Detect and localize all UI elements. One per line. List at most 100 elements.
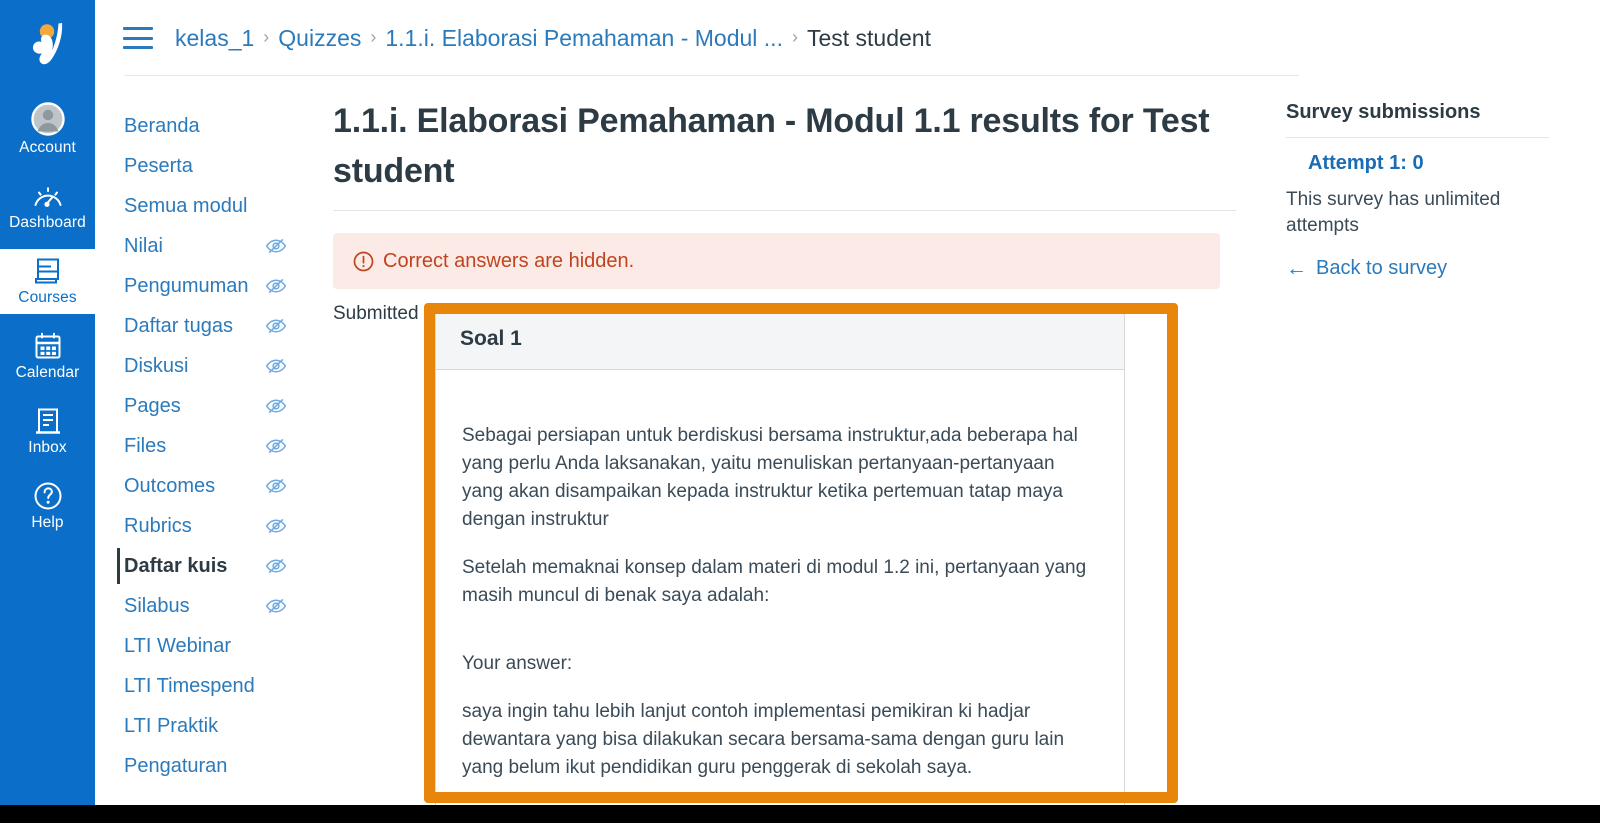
question-card: Soal 1 Sebagai persiapan untuk berdiskus…	[435, 308, 1125, 813]
question-prompt-paragraph-1: Sebagai persiapan untuk berdiskusi bersa…	[462, 425, 1078, 530]
question-card-header: Soal 1	[436, 309, 1124, 370]
eye-slash-icon	[265, 558, 287, 574]
calendar-icon	[33, 331, 63, 361]
global-nav-item-help[interactable]: Help	[0, 474, 95, 539]
course-nav-item-pages[interactable]: Pages	[95, 386, 313, 426]
hamburger-line	[123, 27, 153, 30]
eye-slash-icon	[265, 318, 287, 334]
course-nav-item-daftar-tugas[interactable]: Daftar tugas	[95, 306, 313, 346]
question-circle-icon	[33, 481, 63, 511]
survey-submissions-sidebar: Survey submissions Attempt 1: 0 This sur…	[1286, 100, 1566, 280]
global-nav-label: Calendar	[15, 364, 80, 381]
user-circle-icon	[30, 102, 65, 136]
exclamation-circle-icon	[353, 251, 374, 272]
title-divider	[333, 210, 1236, 211]
global-nav-label: Inbox	[28, 439, 67, 456]
back-to-survey-label: Back to survey	[1316, 257, 1448, 279]
course-nav-item-rubrics[interactable]: Rubrics	[95, 506, 313, 546]
question-name: Soal 1	[460, 327, 522, 350]
course-nav-item-daftar-kuis[interactable]: Daftar kuis	[95, 546, 313, 586]
page-title: 1.1.i. Elaborasi Pemahaman - Modul 1.1 r…	[333, 102, 1210, 190]
breadcrumb-item-quiz[interactable]: 1.1.i. Elaborasi Pemahaman - Modul ...	[385, 24, 783, 52]
eye-slash-icon	[265, 478, 287, 494]
hamburger-menu-icon[interactable]	[123, 27, 153, 49]
breadcrumb-separator-icon: ›	[370, 27, 377, 47]
course-nav-item-outcomes[interactable]: Outcomes	[95, 466, 313, 506]
eye-slash-icon	[265, 238, 287, 254]
question-prompt-paragraph-2: Setelah memaknai konsep dalam materi di …	[462, 557, 1087, 606]
course-nav-label: Semua modul	[124, 195, 248, 217]
eye-slash-icon	[265, 518, 287, 534]
course-nav-label: LTI Webinar	[124, 635, 232, 657]
global-nav-item-inbox[interactable]: Inbox	[0, 399, 95, 464]
breadcrumb-item-course[interactable]: kelas_1	[175, 24, 254, 52]
course-nav-label: Peserta	[124, 155, 193, 177]
course-nav-item-files[interactable]: Files	[95, 426, 313, 466]
course-navigation: Beranda Peserta Semua modul Nilai Pengum…	[95, 76, 313, 805]
global-nav-item-account[interactable]: Account	[0, 95, 95, 164]
your-answer-text: saya ingin tahu lebih lanjut contoh impl…	[462, 701, 1065, 778]
back-to-survey-link[interactable]: ← Back to survey	[1286, 256, 1566, 280]
attempts-note: This survey has unlimited attempts	[1286, 189, 1501, 236]
course-nav-item-beranda[interactable]: Beranda	[95, 106, 313, 146]
course-nav-label: Outcomes	[124, 475, 216, 497]
eye-slash-icon	[265, 398, 287, 414]
breadcrumb-bar: kelas_1 › Quizzes › 1.1.i. Elaborasi Pem…	[95, 0, 1600, 76]
course-nav-item-lti-praktik[interactable]: LTI Praktik	[95, 706, 313, 746]
course-nav-label: LTI Timespend	[124, 675, 255, 697]
breadcrumb-separator-icon: ›	[263, 27, 270, 47]
eye-slash-icon	[265, 598, 287, 614]
global-nav-item-courses[interactable]: Courses	[0, 249, 95, 314]
eye-slash-icon	[265, 278, 287, 294]
alert-message: Correct answers are hidden.	[383, 250, 635, 272]
course-nav-label: Diskusi	[124, 355, 189, 377]
course-nav-label: LTI Praktik	[124, 715, 219, 737]
hamburger-line	[123, 46, 153, 49]
course-nav-item-lti-webinar[interactable]: LTI Webinar	[95, 626, 313, 666]
global-nav-label: Courses	[18, 289, 77, 306]
course-nav-label: Daftar kuis	[124, 555, 228, 577]
app-screen: Account Dashboard Courses Calendar Inbox…	[0, 0, 1600, 823]
course-nav-label: Daftar tugas	[124, 315, 233, 337]
course-nav-item-semua-modul[interactable]: Semua modul	[95, 186, 313, 226]
eye-slash-icon	[265, 358, 287, 374]
global-nav-label: Dashboard	[9, 214, 86, 231]
global-navigation: Account Dashboard Courses Calendar Inbox…	[0, 0, 95, 805]
gauge-icon	[32, 183, 64, 211]
question-card-body: Sebagai persiapan untuk berdiskusi bersa…	[436, 370, 1124, 812]
course-nav-item-pengaturan[interactable]: Pengaturan	[95, 746, 313, 786]
course-nav-item-peserta[interactable]: Peserta	[95, 146, 313, 186]
course-nav-label: Rubrics	[124, 515, 192, 537]
canvas-logo-icon[interactable]	[0, 0, 95, 86]
course-nav-label: Pengaturan	[124, 755, 228, 777]
course-nav-label: Nilai	[124, 235, 163, 257]
course-nav-item-diskusi[interactable]: Diskusi	[95, 346, 313, 386]
course-nav-label: Files	[124, 435, 167, 457]
course-nav-item-lti-timespend[interactable]: LTI Timespend	[95, 666, 313, 706]
course-nav-item-silabus[interactable]: Silabus	[95, 586, 313, 626]
breadcrumb: kelas_1 › Quizzes › 1.1.i. Elaborasi Pem…	[175, 24, 931, 52]
hamburger-line	[123, 36, 153, 40]
arrow-left-icon: ←	[1286, 256, 1307, 280]
global-nav-item-dashboard[interactable]: Dashboard	[0, 176, 95, 239]
breadcrumb-item-current: Test student	[806, 25, 931, 51]
main-content: 1.1.i. Elaborasi Pemahaman - Modul 1.1 r…	[313, 76, 1263, 813]
letterbox-bar	[0, 805, 1600, 823]
sidebar-divider	[1286, 137, 1549, 138]
breadcrumb-separator-icon: ›	[791, 27, 798, 47]
eye-slash-icon	[265, 438, 287, 454]
attempt-link[interactable]: Attempt 1: 0	[1308, 151, 1566, 175]
course-nav-item-nilai[interactable]: Nilai	[95, 226, 313, 266]
breadcrumb-item-quizzes[interactable]: Quizzes	[278, 24, 361, 52]
global-nav-item-calendar[interactable]: Calendar	[0, 324, 95, 389]
sidebar-title: Survey submissions	[1286, 101, 1481, 123]
course-nav-label: Pages	[124, 395, 181, 417]
course-nav-label: Silabus	[124, 595, 190, 617]
course-nav-item-pengumuman[interactable]: Pengumuman	[95, 266, 313, 306]
your-answer-label: Your answer:	[462, 653, 573, 674]
course-nav-label: Beranda	[124, 115, 200, 137]
global-nav-label: Help	[31, 514, 64, 531]
global-nav-label: Account	[19, 139, 76, 156]
book-icon	[33, 256, 63, 286]
course-nav-label: Pengumuman	[124, 275, 249, 297]
